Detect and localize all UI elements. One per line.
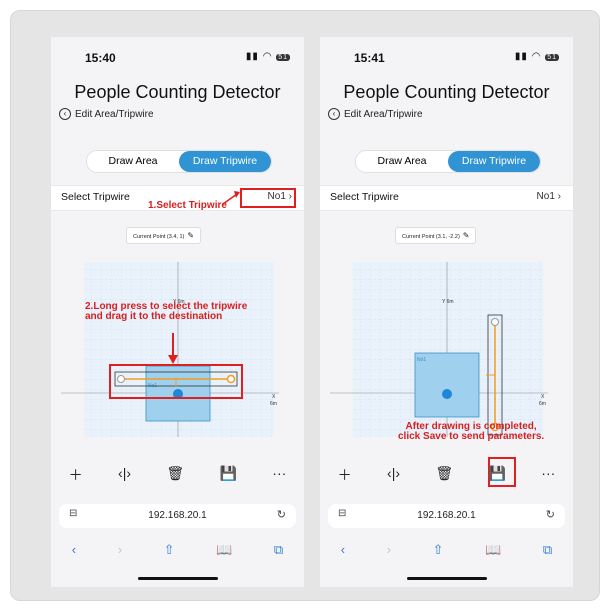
flip-icon[interactable]: ‹|› [387,465,400,485]
trash-icon[interactable]: 🗑 [435,465,453,485]
mode-segmented-control: Draw Area Draw Tripwire [86,150,272,173]
reload-icon[interactable]: ↻ [277,508,286,521]
back-button[interactable]: ‹ Edit Area/Tripwire [59,108,154,120]
share-icon[interactable]: ⇧ [164,542,175,558]
status-time: 15:41 [354,51,385,65]
sensor-dot [442,389,452,399]
battery-icon: 51 [276,54,290,61]
tab-draw-tripwire[interactable]: Draw Tripwire [179,151,271,172]
flip-icon[interactable]: ‹|› [118,465,131,485]
reload-icon[interactable]: ↻ [546,508,555,521]
draw-canvas[interactable]: Y 6m X 6m No1 [320,209,573,439]
select-tripwire-label: Select Tripwire [330,191,399,203]
annotation-box-select [240,188,296,208]
x-axis-label-6m: 6m [270,401,277,407]
phone-screen-right: 15:41 ▮▮ ◠ 51 People Counting Detector ‹… [320,37,573,587]
plus-icon[interactable]: ＋ [69,465,83,485]
status-time: 15:40 [85,51,116,65]
trash-icon[interactable]: 🗑 [166,465,184,485]
more-icon[interactable]: ··· [541,465,555,485]
x-axis-label-6m: 6m [539,401,546,407]
tabs-icon[interactable]: ⧉ [543,542,552,558]
area-label: No1 [417,357,426,363]
status-icons: ▮▮ ◠ 51 [514,51,559,62]
save-icon[interactable]: 💾 [220,465,237,485]
page-title: People Counting Detector [74,82,281,102]
forward-nav-icon[interactable]: › [387,542,391,558]
tripwire-start-point [491,318,499,326]
select-tripwire-label: Select Tripwire [61,191,130,203]
tab-draw-area[interactable]: Draw Area [356,151,448,172]
x-axis-label-x: X [541,394,545,400]
bottom-toolbar: ＋ ‹|› 🗑 💾 ··· [320,465,573,485]
back-label: Edit Area/Tripwire [344,108,423,120]
x-axis-label-x: X [272,394,276,400]
annotation-save: After drawing is completed, click Save to… [398,421,545,442]
address-bar[interactable]: ⊟ 192.168.20.1 ↻ [59,504,296,528]
mode-segmented-control: Draw Area Draw Tripwire [355,150,541,173]
url-text: 192.168.20.1 [148,510,207,521]
more-icon[interactable]: ··· [272,465,286,485]
tabs-icon[interactable]: ⧉ [274,542,283,558]
annotation-long-press: 2.Long press to select the tripwire and d… [85,301,248,322]
back-label: Edit Area/Tripwire [75,108,154,120]
tripwire-end-point [226,374,236,384]
tripwire-value[interactable]: No1 › [537,191,561,202]
browser-nav: ‹ › ⇧ 📖 ⧉ [51,542,304,558]
tab-draw-tripwire[interactable]: Draw Tripwire [448,151,540,172]
home-indicator [138,577,218,580]
browser-nav: ‹ › ⇧ 📖 ⧉ [320,542,573,558]
url-text: 192.168.20.1 [417,510,476,521]
bookmarks-icon[interactable]: 📖 [216,542,232,558]
page-title: People Counting Detector [343,82,550,102]
chevron-left-icon: ‹ [328,108,340,120]
plus-icon[interactable]: ＋ [338,465,352,485]
bottom-toolbar: ＋ ‹|› 🗑 💾 ··· [51,465,304,485]
forward-nav-icon[interactable]: › [118,542,122,558]
save-icon[interactable]: 💾 [489,465,506,485]
y-axis-label: Y 6m [442,299,454,305]
chevron-left-icon: ‹ [59,108,71,120]
bookmarks-icon[interactable]: 📖 [485,542,501,558]
draw-canvas[interactable]: Y 6m X 6m No1 [51,209,304,439]
tab-draw-area[interactable]: Draw Area [87,151,179,172]
back-button[interactable]: ‹ Edit Area/Tripwire [328,108,423,120]
battery-icon: 51 [545,54,559,61]
home-indicator [407,577,487,580]
tripwire-start-point [117,375,125,383]
select-tripwire-row[interactable]: Select Tripwire No1 › [320,185,573,211]
status-icons: ▮▮ ◠ 51 [245,51,290,62]
annotation-arrow-select [222,191,240,205]
back-nav-icon[interactable]: ‹ [341,542,345,558]
share-icon[interactable]: ⇧ [433,542,444,558]
back-nav-icon[interactable]: ‹ [72,542,76,558]
address-bar[interactable]: ⊟ 192.168.20.1 ↻ [328,504,565,528]
phone-screen-left: 15:40 ▮▮ ◠ 51 People Counting Detector ‹… [51,37,304,587]
annotation-select-tripwire: 1.Select Tripwire [148,200,227,211]
